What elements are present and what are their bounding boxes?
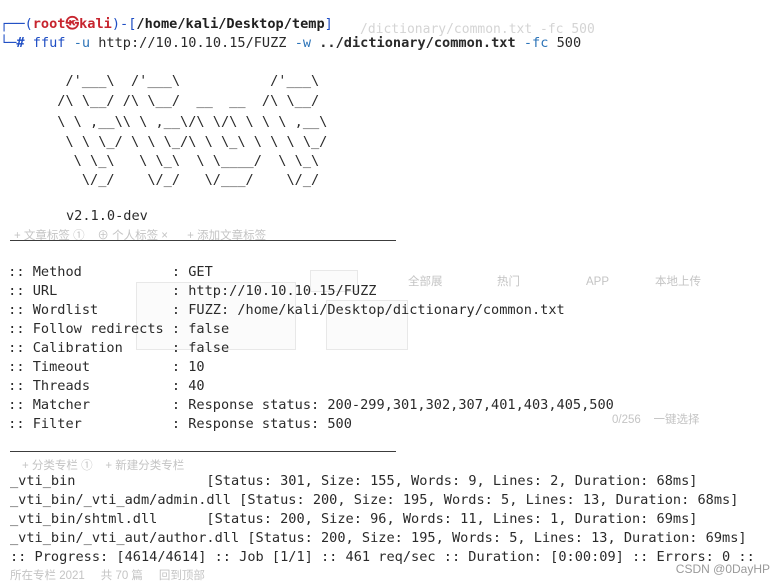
result-row: _vti_bin [Status: 301, Size: 155, Words:… (10, 472, 697, 491)
config-row: :: Calibration : false (0, 339, 229, 358)
result-details: [Status: 200, Size: 195, Words: 5, Lines… (239, 492, 739, 508)
result-details: [Status: 200, Size: 96, Words: 11, Lines… (206, 511, 698, 527)
watermark: CSDN @0DayHP (675, 562, 770, 576)
result-path: _vti_bin/_vti_adm/admin.dll (10, 492, 240, 508)
ghost-text: 0/256 一键选择 (612, 414, 700, 426)
config-key: :: Matcher (0, 397, 172, 413)
prompt-line: ┌──(root㉿kali)-[/home/kali/Desktop/temp] (0, 15, 333, 34)
banner-art-line: /'___\ /'___\ /'___\ (0, 73, 320, 89)
config-value: : false (171, 340, 230, 356)
config-key: :: Calibration (0, 340, 172, 356)
command-line[interactable]: └─# ffuf -u http://10.10.10.15/FUZZ -w .… (0, 34, 581, 53)
ghost-text: 全部展 (408, 276, 443, 288)
command-flag: -u (73, 35, 91, 51)
config-key: :: URL (0, 283, 172, 299)
config-row: :: URL : http://10.10.10.15/FUZZ (0, 282, 376, 301)
config-row: :: Wordlist : FUZZ: /home/kali/Desktop/d… (0, 301, 565, 320)
config-row: :: Matcher : Response status: 200-299,30… (0, 396, 614, 415)
config-row: :: Method : GET (0, 263, 213, 282)
prompt-corner: ┌── (0, 16, 25, 32)
config-value: : GET (171, 264, 213, 280)
command-flag: -w (294, 35, 312, 51)
prompt-paren: ( (24, 16, 33, 32)
config-value: : 40 (171, 378, 205, 394)
result-path: _vti_bin/_vti_aut/author.dll (10, 530, 248, 546)
config-value: : false (171, 321, 230, 337)
divider (10, 451, 396, 452)
prompt-at-symbol: ㉿ (65, 16, 80, 32)
config-value: : 10 (171, 359, 205, 375)
ghost-text: 热门 (497, 276, 520, 288)
prompt-host: kali (79, 16, 112, 32)
prompt-user: root (32, 16, 66, 32)
config-row: :: Filter : Response status: 500 (0, 415, 352, 434)
prompt-bracket: ] (324, 16, 333, 32)
command-value: 500 (556, 35, 582, 51)
command-url: http://10.10.10.15/FUZZ (98, 35, 287, 51)
config-row: :: Timeout : 10 (0, 358, 205, 377)
result-details: [Status: 301, Size: 155, Words: 9, Lines… (206, 473, 698, 489)
command-program: ffuf (32, 35, 66, 51)
config-key: :: Follow redirects (0, 321, 172, 337)
result-path: _vti_bin (10, 473, 207, 489)
command-wordlist: ../dictionary/common.txt (319, 35, 516, 51)
config-key: :: Timeout (0, 359, 172, 375)
banner-art-line: \ \_\ \ \_\ \ \____/ \ \_\ (0, 153, 320, 169)
ghost-text: 本地上传 (655, 276, 701, 288)
banner-art-line: \ \ \_/ \ \ \_/\ \ \_\ \ \ \ \_/ (0, 134, 328, 150)
result-row: _vti_bin/shtml.dll [Status: 200, Size: 9… (10, 510, 697, 529)
config-value: : FUZZ: /home/kali/Desktop/dictionary/co… (171, 302, 565, 318)
config-row: :: Threads : 40 (0, 377, 205, 396)
command-flag: -fc (523, 35, 549, 51)
config-key: :: Method (0, 264, 172, 280)
config-key: :: Filter (0, 416, 172, 432)
ghost-text: APP (586, 276, 610, 288)
banner-art-line: \ \ ,__\\ \ ,__\/\ \/\ \ \ \ ,__\ (0, 114, 328, 130)
config-value: : Response status: 200-299,301,302,307,4… (171, 397, 614, 413)
version-label: v2.1.0-dev (66, 208, 148, 224)
ghost-text: 所在专栏 2021 共 70 篇 回到顶部 (10, 570, 205, 582)
config-row: :: Follow redirects : false (0, 320, 229, 339)
divider (10, 240, 396, 241)
result-path: _vti_bin/shtml.dll (10, 511, 207, 527)
result-details: [Status: 200, Size: 195, Words: 5, Lines… (247, 530, 747, 546)
config-value: : http://10.10.10.15/FUZZ (171, 283, 377, 299)
prompt-path: /home/kali/Desktop/temp (136, 16, 325, 32)
config-value: : Response status: 500 (171, 416, 352, 432)
prompt-separator: )-[ (111, 16, 137, 32)
prompt-corner: └─ (0, 35, 17, 51)
ghost-text: + 文章标签 ① ⊕ 个人标签 × + 添加文章标签 (14, 230, 267, 242)
prompt-hash: # (16, 35, 25, 51)
banner-art-line: \/_/ \/_/ \/___/ \/_/ (0, 172, 320, 188)
progress-line: :: Progress: [4614/4614] :: Job [1/1] ::… (10, 549, 755, 565)
banner-art-line: /\ \__/ /\ \__/ __ __ /\ \__/ (0, 93, 320, 109)
result-row: _vti_bin/_vti_adm/admin.dll [Status: 200… (10, 491, 738, 510)
config-key: :: Threads (0, 378, 172, 394)
config-key: :: Wordlist (0, 302, 172, 318)
result-row: _vti_bin/_vti_aut/author.dll [Status: 20… (10, 529, 747, 548)
